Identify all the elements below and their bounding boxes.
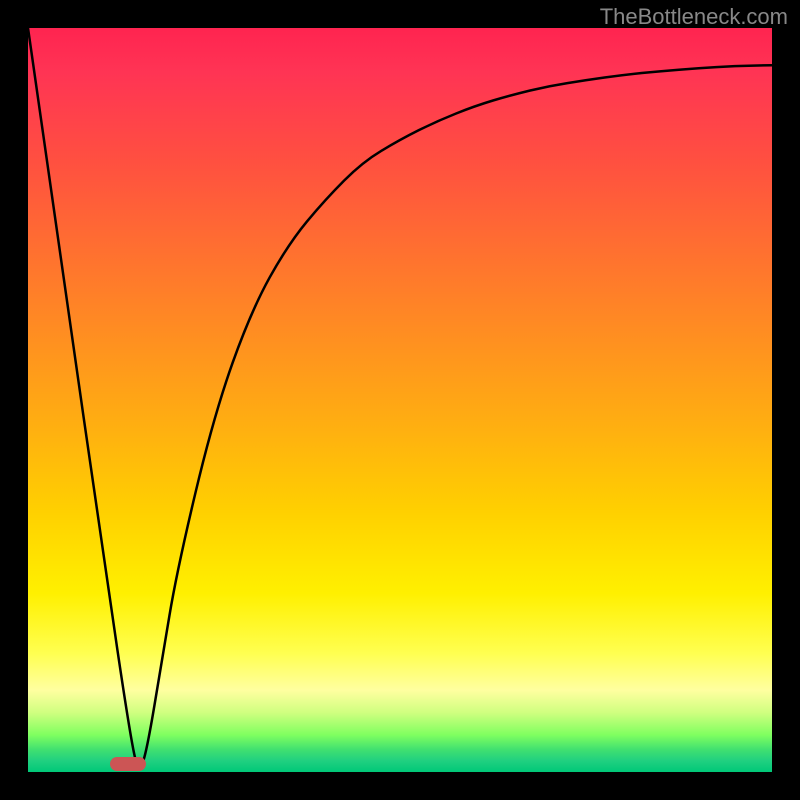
chart-container — [28, 28, 772, 772]
optimal-point-marker — [110, 757, 146, 771]
bottleneck-curve-path — [28, 28, 772, 766]
watermark-text: TheBottleneck.com — [600, 4, 788, 30]
curve-svg — [28, 28, 772, 772]
